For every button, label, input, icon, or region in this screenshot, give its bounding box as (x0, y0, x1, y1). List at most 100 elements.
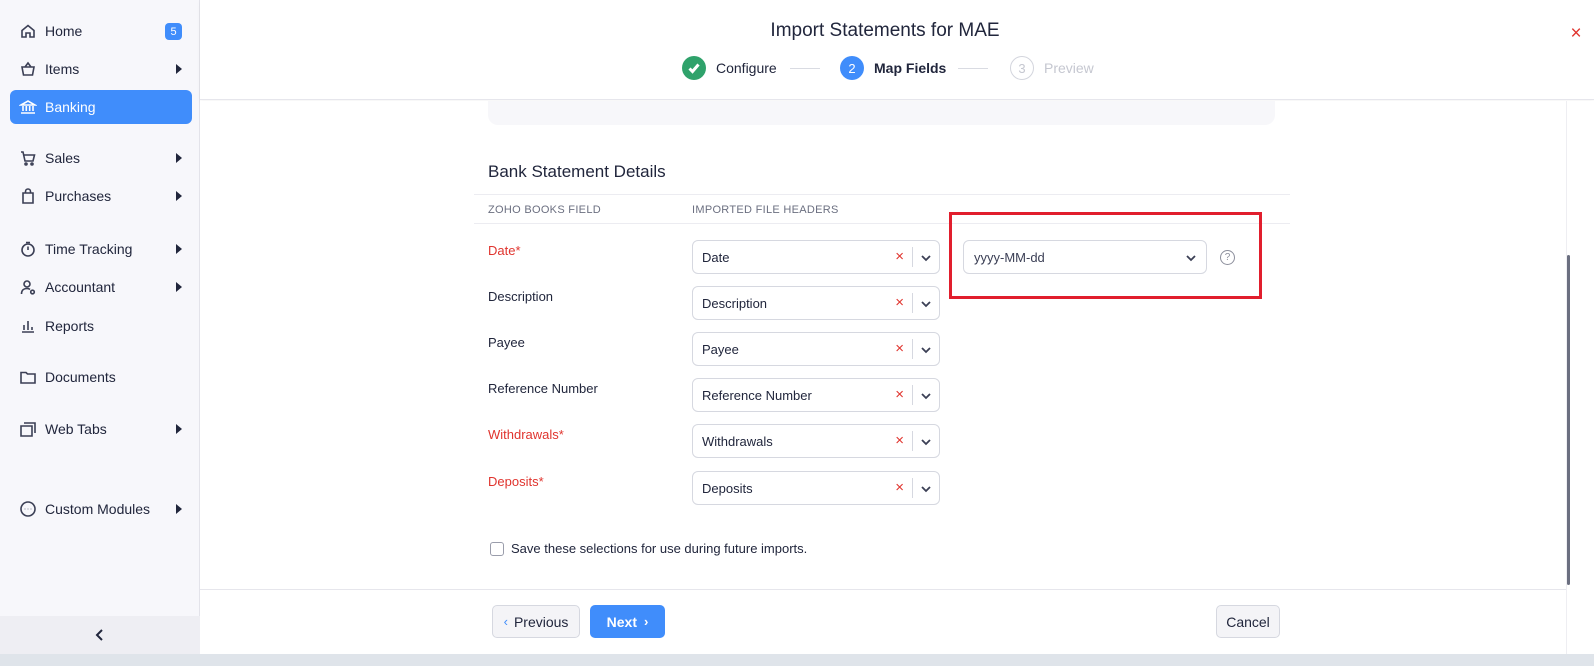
sidebar-item-web-tabs[interactable]: Web Tabs (10, 412, 192, 446)
chevron-left-icon (95, 629, 103, 641)
sidebar: Home 5 Items Banking Sales Purchases Tim… (0, 0, 200, 666)
clear-icon[interactable]: × (895, 341, 904, 357)
sidebar-item-items[interactable]: Items (10, 52, 192, 86)
caret-right-icon (176, 191, 182, 201)
deposits-header-select[interactable]: Deposits × (692, 471, 940, 505)
sidebar-item-label: Purchases (45, 188, 112, 204)
chevron-down-icon (919, 297, 933, 311)
chevron-down-icon (919, 435, 933, 449)
clear-icon[interactable]: × (895, 480, 904, 496)
select-value: Deposits (702, 481, 753, 496)
field-label-deposits: Deposits* (488, 474, 544, 489)
sidebar-item-time-tracking[interactable]: Time Tracking (10, 232, 192, 266)
sidebar-item-reports[interactable]: Reports (10, 309, 192, 343)
sidebar-item-sales[interactable]: Sales (10, 141, 192, 175)
sidebar-item-documents[interactable]: Documents (10, 360, 192, 394)
scrollbar-thumb[interactable] (1567, 255, 1570, 585)
scrollbar-track[interactable] (1566, 101, 1594, 654)
caret-right-icon (176, 504, 182, 514)
next-label: Next (606, 613, 637, 630)
step-divider (790, 68, 820, 69)
notification-badge: 5 (165, 23, 182, 40)
sidebar-item-label: Reports (45, 318, 95, 334)
field-label-payee: Payee (488, 335, 525, 350)
sidebar-item-label: Custom Modules (45, 501, 151, 517)
sidebar-item-accountant[interactable]: Accountant (10, 270, 192, 304)
column-header-zoho-field: ZOHO BOOKS FIELD (488, 204, 601, 216)
previous-button[interactable]: ‹ Previous (492, 605, 580, 638)
select-value: Reference Number (702, 388, 812, 403)
chevron-down-icon (919, 389, 933, 403)
clear-icon[interactable]: × (895, 249, 904, 265)
sidebar-item-label: Accountant (45, 279, 116, 295)
sidebar-item-label: Banking (45, 99, 96, 115)
tabs-icon (19, 420, 37, 438)
app-root: Home 5 Items Banking Sales Purchases Tim… (0, 0, 1594, 666)
dots-circle-icon (19, 500, 37, 518)
sidebar-item-home[interactable]: Home 5 (10, 14, 192, 48)
step-divider (958, 68, 988, 69)
sidebar-item-label: Sales (45, 150, 81, 166)
bar-chart-icon (19, 317, 37, 335)
date-header-select[interactable]: Date × (692, 240, 940, 274)
divider (912, 431, 913, 451)
chevron-down-icon (919, 251, 933, 265)
cancel-label: Cancel (1226, 613, 1270, 630)
sidebar-item-label: Web Tabs (45, 421, 107, 437)
previous-label: Previous (513, 613, 569, 630)
field-label-date: Date* (488, 243, 521, 258)
chevron-right-icon: › (644, 614, 649, 629)
step-label: Preview (1044, 60, 1094, 76)
highlight-box (949, 212, 1262, 299)
clear-icon[interactable]: × (895, 433, 904, 449)
home-icon (19, 22, 37, 40)
field-label-reference-number: Reference Number (488, 381, 598, 396)
wizard-header: Import Statements for MAE × Configure 2 … (200, 0, 1594, 100)
chevron-down-icon (919, 343, 933, 357)
field-label-description: Description (488, 289, 554, 304)
step-map-fields[interactable]: 2 Map Fields (840, 56, 946, 80)
next-button[interactable]: Next › (590, 605, 665, 638)
page-title: Import Statements for MAE (770, 20, 1000, 41)
field-label-withdrawals: Withdrawals* (488, 427, 564, 442)
caret-right-icon (176, 282, 182, 292)
chevron-down-icon (919, 482, 933, 496)
step-number: 3 (1010, 56, 1034, 80)
check-icon (682, 56, 706, 80)
save-selections-row[interactable]: Save these selections for use during fut… (490, 541, 807, 556)
timer-icon (19, 240, 37, 258)
divider (912, 339, 913, 359)
cancel-button[interactable]: Cancel (1216, 605, 1280, 638)
save-selections-label: Save these selections for use during fut… (511, 541, 808, 556)
caret-right-icon (176, 424, 182, 434)
description-header-select[interactable]: Description × (692, 286, 940, 320)
caret-right-icon (176, 153, 182, 163)
close-icon[interactable]: × (1567, 24, 1585, 43)
divider (912, 478, 913, 498)
section-title: Bank Statement Details (488, 162, 666, 181)
sidebar-item-purchases[interactable]: Purchases (10, 179, 192, 213)
step-number: 2 (840, 56, 864, 80)
step-configure[interactable]: Configure (682, 56, 777, 80)
sidebar-item-custom-modules[interactable]: Custom Modules (10, 492, 192, 526)
save-selections-checkbox[interactable] (490, 541, 504, 556)
divider (912, 293, 913, 313)
sidebar-item-banking[interactable]: Banking (10, 90, 192, 124)
sidebar-item-label: Items (45, 61, 80, 77)
previous-section-panel (488, 101, 1275, 125)
select-value: Description (702, 296, 768, 311)
collapse-sidebar-button[interactable] (0, 616, 200, 654)
column-header-imported-headers: IMPORTED FILE HEADERS (692, 204, 839, 216)
withdrawals-header-select[interactable]: Withdrawals × (692, 424, 940, 458)
window-bottom-edge (0, 654, 1594, 666)
reference-number-header-select[interactable]: Reference Number × (692, 378, 940, 412)
chevron-left-icon: ‹ (503, 614, 508, 629)
cart-icon (19, 149, 37, 167)
divider (912, 247, 913, 267)
clear-icon[interactable]: × (895, 387, 904, 403)
clear-icon[interactable]: × (895, 295, 904, 311)
bank-icon (19, 98, 37, 116)
user-gear-icon (19, 278, 37, 296)
payee-header-select[interactable]: Payee × (692, 332, 940, 366)
divider (912, 385, 913, 405)
